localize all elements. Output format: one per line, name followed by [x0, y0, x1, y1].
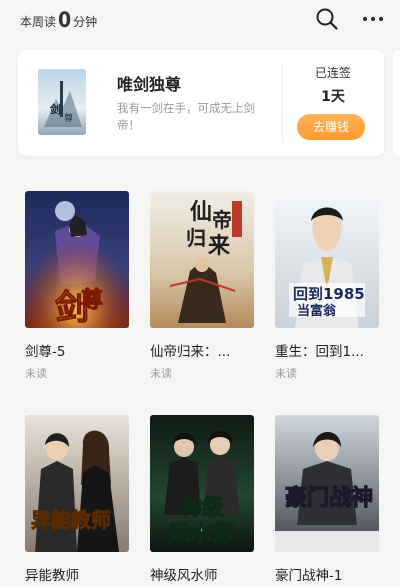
svg-text:豪门战神: 豪门战神 — [285, 485, 373, 511]
svg-text:尊: 尊 — [81, 287, 103, 313]
book-title: 剑尊-5 — [25, 344, 66, 360]
svg-text:归: 归 — [186, 226, 206, 250]
featured-book-cover[interactable]: 剑 尊 — [38, 69, 86, 135]
reading-time-suffix: 分钟 — [73, 15, 98, 29]
book-read-status: 未读 — [275, 367, 297, 380]
earn-money-button[interactable]: 去赚钱 — [297, 114, 365, 140]
book-cover[interactable]: 豪门战神 — [275, 415, 379, 552]
more-icon[interactable] — [361, 7, 385, 31]
book-title: 异能教师 — [25, 568, 79, 584]
book-item[interactable]: 神级 风水师 神级风水师 — [150, 415, 254, 587]
book-read-status: 未读 — [25, 367, 47, 380]
svg-text:帝: 帝 — [212, 208, 232, 232]
svg-text:神级: 神级 — [180, 495, 224, 521]
svg-text:来: 来 — [207, 234, 231, 259]
book-read-status: 未读 — [150, 367, 172, 380]
sign-streak-label: 已连签 — [314, 66, 351, 80]
book-item[interactable]: 剑 尊 剑尊-5 未读 — [25, 191, 129, 381]
top-bar: 本周读 0 分钟 — [0, 0, 400, 40]
book-cover[interactable]: 异能教师 — [25, 415, 129, 552]
book-cover[interactable]: 神级 风水师 — [150, 415, 254, 552]
svg-text:当富翁: 当富翁 — [297, 303, 337, 319]
book-title: 仙帝归来：... — [150, 344, 231, 360]
next-card-peek — [393, 50, 400, 156]
book-cover[interactable]: 剑 尊 — [25, 191, 129, 328]
svg-text:尊: 尊 — [64, 112, 73, 124]
sign-streak-value: 1天 — [321, 89, 345, 105]
svg-text:回到1985: 回到1985 — [293, 285, 365, 303]
reading-time-prefix: 本周读 — [20, 15, 57, 29]
book-item[interactable]: 仙 帝 归 来 仙帝归来：... 未读 — [150, 191, 254, 381]
svg-text:异能教师: 异能教师 — [31, 508, 111, 532]
featured-book-description: 我有一剑在手，可成无上剑帝！ — [117, 101, 255, 132]
svg-text:剑: 剑 — [49, 102, 61, 116]
svg-text:风水师: 风水师 — [168, 521, 234, 547]
featured-book-title: 唯剑独尊 — [117, 75, 182, 94]
book-item[interactable]: 豪门战神 豪门战神-1 — [275, 415, 379, 587]
book-cover[interactable]: 仙 帝 归 来 — [150, 191, 254, 328]
svg-text:仙: 仙 — [190, 199, 212, 225]
book-title: 重生：回到1... — [275, 344, 364, 360]
card-divider — [282, 64, 283, 142]
weekly-reading-time[interactable]: 本周读 0 分钟 — [20, 8, 98, 32]
book-cover[interactable]: 回到1985 当富翁 — [275, 191, 379, 328]
reading-time-minutes: 0 — [58, 8, 72, 32]
book-item[interactable]: 异能教师 异能教师 — [25, 415, 129, 587]
book-item[interactable]: 回到1985 当富翁 重生：回到1... 未读 — [275, 191, 379, 381]
featured-book-card[interactable]: 剑 尊 唯剑独尊 我有一剑在手，可成无上剑帝！ 已连签 1天 去赚钱 — [18, 50, 384, 156]
book-title: 豪门战神-1 — [275, 568, 343, 584]
search-icon[interactable] — [315, 7, 339, 31]
book-title: 神级风水师 — [150, 568, 218, 584]
